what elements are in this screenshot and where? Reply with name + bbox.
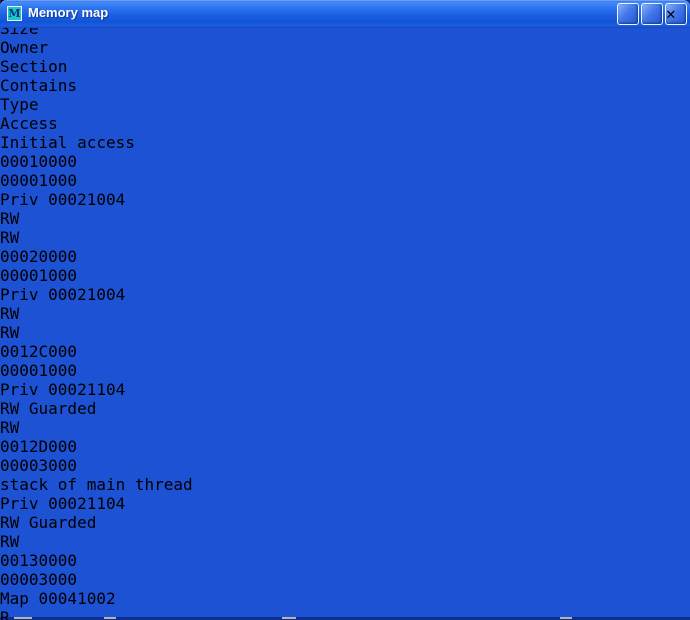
cell-initial: RW bbox=[0, 228, 690, 247]
cell-initial: RW bbox=[0, 418, 690, 437]
cell-contains: stack of main thread bbox=[0, 475, 690, 494]
maximize-button[interactable] bbox=[641, 3, 663, 25]
cell-initial: RW bbox=[0, 323, 690, 342]
table-row[interactable]: 0002000000001000Priv 00021004RWRW bbox=[0, 247, 690, 342]
cell-type: Priv 00021104 bbox=[0, 494, 690, 513]
cell-size: 00001000 bbox=[0, 361, 690, 380]
cell-address: 00020000 bbox=[0, 247, 690, 266]
background-window-fragment bbox=[14, 617, 32, 619]
memory-table-body: 0001000000001000Priv 00021004RWRW0002000… bbox=[0, 152, 690, 620]
cell-type: Priv 00021004 bbox=[0, 285, 690, 304]
background-window-fragment bbox=[282, 617, 296, 619]
cell-type: Map 00041002 bbox=[0, 589, 690, 608]
close-button[interactable]: ✕ bbox=[665, 3, 687, 25]
table-row[interactable]: 0013000000003000Map 00041002RR bbox=[0, 551, 690, 620]
desktop-background: { "window": { "title": "Memory map", "ic… bbox=[0, 0, 690, 620]
cell-address: 00010000 bbox=[0, 152, 690, 171]
cell-size: 00001000 bbox=[0, 171, 690, 190]
column-header-contains[interactable]: Contains bbox=[0, 76, 690, 95]
cell-size: 00003000 bbox=[0, 570, 690, 589]
cell-access: RW bbox=[0, 209, 690, 228]
column-header-type[interactable]: Type bbox=[0, 95, 690, 114]
background-window-fragment bbox=[104, 617, 116, 619]
memory-map-content: AddressSizeOwnerSectionContainsTypeAcces… bbox=[0, 0, 690, 620]
memory-map-window: M Memory map ✕ AddressSizeOwnerSectionCo… bbox=[0, 0, 690, 617]
cell-access: RW Guarded bbox=[0, 513, 690, 532]
cell-type: Priv 00021104 bbox=[0, 380, 690, 399]
table-row[interactable]: 0012D00000003000stack of main threadPriv… bbox=[0, 437, 690, 551]
column-header-owner[interactable]: Owner bbox=[0, 38, 690, 57]
cell-size: 00003000 bbox=[0, 456, 690, 475]
column-header-initial[interactable]: Initial access bbox=[0, 133, 690, 152]
cell-address: 00130000 bbox=[0, 551, 690, 570]
column-header-section[interactable]: Section bbox=[0, 57, 690, 76]
memory-map-icon: M bbox=[7, 6, 22, 21]
cell-access: RW bbox=[0, 304, 690, 323]
column-header-access[interactable]: Access bbox=[0, 114, 690, 133]
table-row[interactable]: 0012C00000001000Priv 00021104RW GuardedR… bbox=[0, 342, 690, 437]
cell-address: 0012D000 bbox=[0, 437, 690, 456]
cell-initial: RW bbox=[0, 532, 690, 551]
background-window-fragment bbox=[560, 617, 572, 619]
titlebar[interactable]: M Memory map ✕ bbox=[0, 0, 690, 28]
close-icon: ✕ bbox=[666, 4, 676, 23]
caption-buttons: ✕ bbox=[617, 3, 687, 25]
cell-address: 0012C000 bbox=[0, 342, 690, 361]
cell-size: 00001000 bbox=[0, 266, 690, 285]
table-row[interactable]: 0001000000001000Priv 00021004RWRW bbox=[0, 152, 690, 247]
window-title: Memory map bbox=[28, 5, 108, 20]
cell-type: Priv 00021004 bbox=[0, 190, 690, 209]
cell-access: RW Guarded bbox=[0, 399, 690, 418]
minimize-button[interactable] bbox=[617, 3, 639, 25]
